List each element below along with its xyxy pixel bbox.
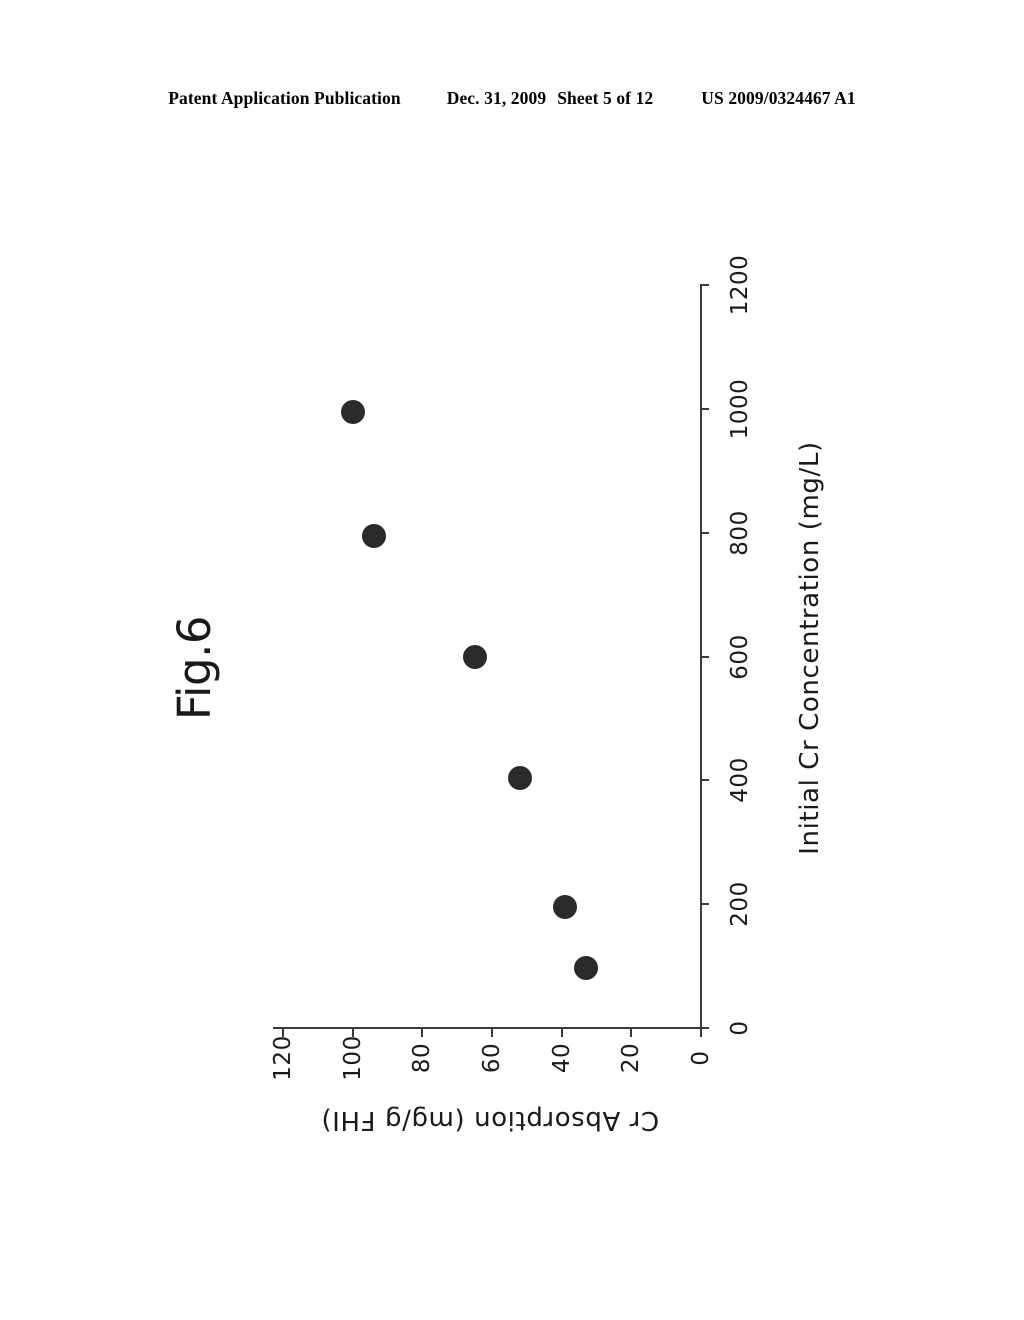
x-axis-tick-label: 400 — [727, 757, 753, 804]
data-point — [462, 645, 487, 670]
x-axis-tick — [700, 779, 709, 782]
y-axis-tick-label: 60 — [479, 1042, 505, 1074]
x-axis-tick-label: 200 — [727, 881, 753, 927]
x-axis-tick-label: 1000 — [727, 378, 753, 440]
y-axis-title: Cr Absorption (mg/g FHI) — [320, 1105, 660, 1135]
x-axis-tick — [700, 655, 709, 658]
x-axis-tick — [700, 284, 709, 286]
data-point — [361, 523, 386, 548]
data-point — [574, 955, 599, 980]
figure-plate: Fig.6 0 200 400 600 800 1000 1200 0 20 40 60 80 100 1… — [0, 0, 1024, 1320]
y-axis-tick-label: 100 — [339, 1035, 366, 1081]
data-point — [340, 399, 365, 424]
x-axis-tick — [700, 531, 709, 534]
x-axis-title: Initial Cr Concentration (mg/L) — [795, 441, 825, 855]
x-axis-tick-label: 0 — [727, 1020, 753, 1036]
y-axis-tick-label: 80 — [409, 1042, 436, 1074]
y-axis-tick-label: 0 — [688, 1050, 714, 1066]
x-axis-tick-label: 1200 — [727, 254, 753, 316]
x-axis-tick — [700, 407, 709, 410]
data-point — [553, 895, 578, 920]
data-point — [507, 765, 532, 790]
x-axis-tick-label: 800 — [727, 509, 753, 556]
scatter-plot: 0 200 400 600 800 1000 1200 0 20 40 60 80 100 120 Ini… — [0, 0, 1024, 1320]
y-axis-tick-label: 20 — [618, 1042, 645, 1074]
y-axis-tick-label: 120 — [270, 1035, 296, 1081]
x-axis-tick — [700, 903, 709, 906]
y-axis-tick-label: 40 — [548, 1042, 575, 1074]
x-axis-tick-label: 600 — [727, 633, 753, 680]
